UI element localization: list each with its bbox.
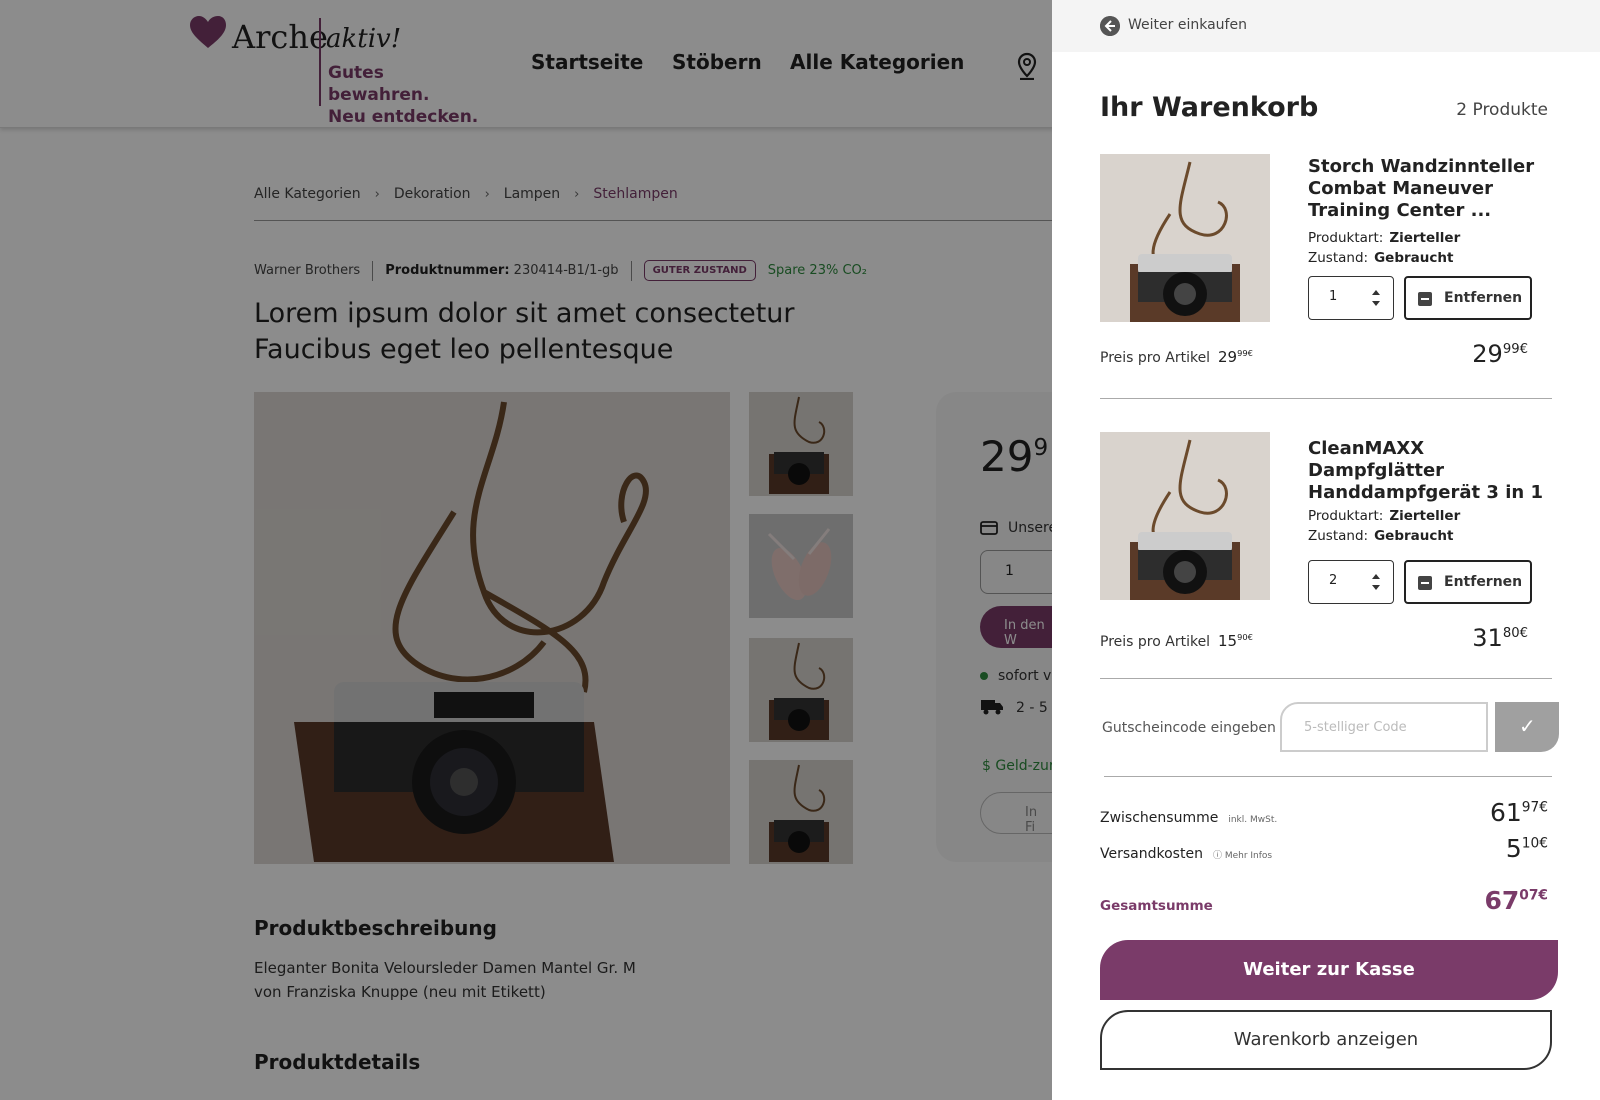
stepper-arrows-icon[interactable] [1371, 287, 1381, 309]
voucher-input[interactable]: 5-stelliger Code [1280, 702, 1488, 752]
unit-price-sup: 90€ [1237, 632, 1253, 643]
condition-value: Gebraucht [1374, 250, 1454, 266]
item-total-sup: 99€ [1502, 341, 1528, 357]
unit-price-main: 15 [1218, 632, 1238, 650]
subtotal-text: Zwischensumme [1100, 810, 1219, 826]
total-main: 67 [1484, 886, 1520, 915]
drawer-topbar: Weiter einkaufen [1052, 0, 1600, 52]
total-value: 6707€ [1485, 886, 1549, 915]
total-label: Gesamtsumme [1100, 898, 1213, 914]
shipping-sup: 10€ [1521, 835, 1548, 852]
info-icon: ⓘ [1212, 851, 1222, 861]
shipping-info-link[interactable]: ⓘ Mehr Infos [1213, 851, 1272, 861]
type-label: Produktart: [1308, 230, 1384, 246]
divider [1100, 398, 1552, 399]
type-value: Zierteller [1389, 230, 1461, 246]
cart-drawer: Weiter einkaufen Ihr Warenkorb 2 Produkt… [1052, 0, 1600, 1100]
condition-label: Zustand: [1308, 528, 1369, 544]
unit-price-sup: 99€ [1237, 348, 1253, 359]
subtotal-value: 6197€ [1490, 798, 1548, 827]
item-total: 2999€ [1472, 340, 1528, 368]
price-per-item-label: Preis pro Artikel [1100, 350, 1211, 366]
quantity-stepper[interactable]: 2 [1308, 560, 1394, 604]
item-total-sup: 80€ [1502, 625, 1528, 641]
remove-label: Entfernen [1444, 290, 1523, 306]
remove-item-button[interactable]: Entfernen [1404, 276, 1532, 320]
shipping-note: Mehr Infos [1224, 851, 1273, 861]
condition-value: Gebraucht [1374, 528, 1454, 544]
voucher-submit-button[interactable]: ✓ [1495, 702, 1559, 752]
item-total-main: 29 [1472, 340, 1503, 368]
unit-price-main: 29 [1218, 348, 1238, 366]
quantity-stepper[interactable]: 1 [1308, 276, 1394, 320]
stepper-arrows-icon[interactable] [1371, 571, 1381, 593]
remove-item-button[interactable]: Entfernen [1404, 560, 1532, 604]
divider [1104, 776, 1552, 777]
quantity-value[interactable]: 1 [1329, 289, 1337, 304]
checkout-button[interactable]: Weiter zur Kasse [1100, 940, 1558, 1000]
cart-item-photo [1100, 154, 1270, 322]
cart-item: CleanMAXX Dampfglätter Handdampfgerät 3 … [1100, 432, 1552, 682]
cart-item-type: Produktart: Zierteller [1308, 508, 1460, 524]
subtotal-note: inkl. MwSt. [1228, 815, 1278, 825]
type-value: Zierteller [1389, 508, 1461, 524]
cart-item-name[interactable]: Storch Wandzinnteller Combat Maneuver Tr… [1308, 156, 1548, 222]
cart-item-type: Produktart: Zierteller [1308, 230, 1460, 246]
checkmark-icon: ✓ [1519, 714, 1536, 738]
cart-count: 2 Produkte [1456, 100, 1548, 120]
cart-item-image[interactable] [1100, 432, 1270, 600]
cart-item-image[interactable] [1100, 154, 1270, 322]
shipping-main: 5 [1505, 834, 1522, 863]
remove-icon [1418, 576, 1432, 590]
divider [1100, 678, 1552, 679]
cart-item-name[interactable]: CleanMAXX Dampfglätter Handdampfgerät 3 … [1308, 438, 1548, 504]
subtotal-label: Zwischensumme inkl. MwSt. [1100, 810, 1277, 826]
shipping-value: 510€ [1506, 834, 1548, 863]
voucher-label: Gutscheincode eingeben [1102, 720, 1276, 736]
remove-label: Entfernen [1444, 574, 1523, 590]
cart-item-condition: Zustand: Gebraucht [1308, 528, 1453, 544]
price-per-item: 2999€ [1218, 348, 1253, 366]
cart-item: Storch Wandzinnteller Combat Maneuver Tr… [1100, 154, 1552, 404]
cart-item-photo [1100, 432, 1270, 600]
price-per-item: 1590€ [1218, 632, 1253, 650]
continue-shopping-link[interactable]: Weiter einkaufen [1128, 17, 1247, 33]
price-per-item-label: Preis pro Artikel [1100, 634, 1211, 650]
subtotal-sup: 97€ [1521, 799, 1548, 816]
back-arrow-icon[interactable] [1100, 16, 1120, 36]
shipping-text: Versandkosten [1100, 846, 1203, 862]
item-total: 3180€ [1472, 624, 1528, 652]
quantity-value[interactable]: 2 [1329, 573, 1337, 588]
subtotal-main: 61 [1489, 798, 1522, 827]
remove-icon [1418, 292, 1432, 306]
cart-title: Ihr Warenkorb [1100, 92, 1319, 123]
view-cart-button[interactable]: Warenkorb anzeigen [1100, 1010, 1552, 1070]
condition-label: Zustand: [1308, 250, 1369, 266]
shipping-label: Versandkosten ⓘ Mehr Infos [1100, 846, 1272, 862]
modal-backdrop[interactable] [0, 0, 1052, 1100]
type-label: Produktart: [1308, 508, 1384, 524]
total-sup: 07€ [1519, 887, 1548, 904]
item-total-main: 31 [1472, 624, 1503, 652]
cart-item-condition: Zustand: Gebraucht [1308, 250, 1453, 266]
